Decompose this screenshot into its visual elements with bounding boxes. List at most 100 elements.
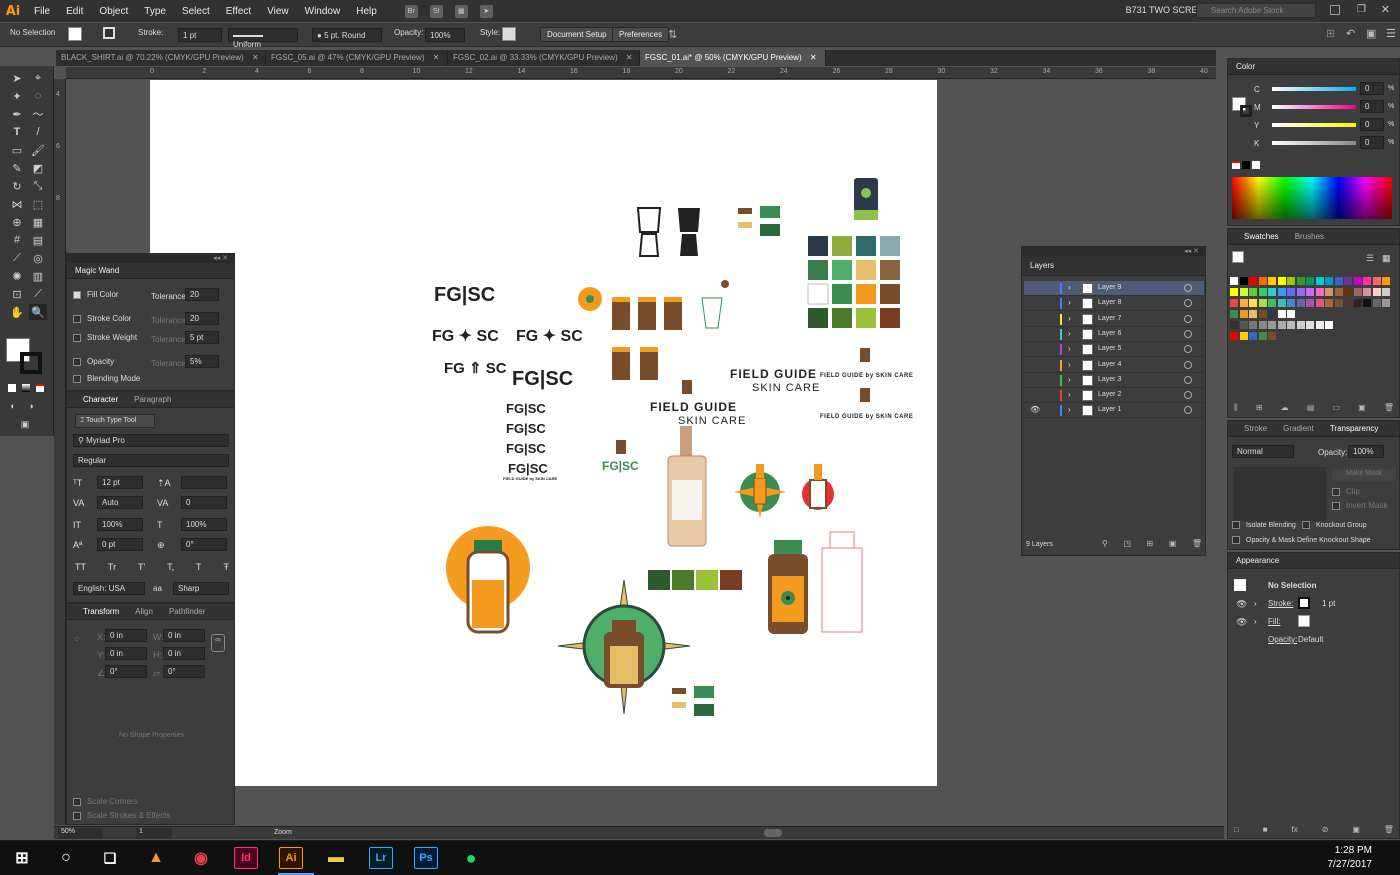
- clear-appearance-icon[interactable]: ⊘: [1322, 825, 1329, 834]
- layer-row[interactable]: › Layer 2: [1024, 388, 1204, 404]
- target-circle-icon[interactable]: [1184, 314, 1192, 323]
- grid-view-icon[interactable]: ▦: [1382, 253, 1391, 264]
- color-swatch[interactable]: [1239, 332, 1248, 340]
- color-swatch[interactable]: [1268, 310, 1276, 318]
- stroke-weight-field[interactable]: 1 pt: [178, 28, 222, 42]
- stroke-weight-option[interactable]: Stroke Weight: [73, 333, 137, 342]
- tab-close-icon[interactable]: ✕: [810, 53, 817, 62]
- color-swatch[interactable]: [1382, 299, 1390, 307]
- color-swatch[interactable]: [1325, 288, 1333, 296]
- blending-mode-option[interactable]: Blending Mode: [73, 374, 140, 383]
- color-swatch[interactable]: [1382, 277, 1390, 285]
- target-circle-icon[interactable]: [1184, 329, 1192, 338]
- color-swatch[interactable]: [1325, 277, 1333, 285]
- visibility-eye-icon[interactable]: 👁: [1030, 405, 1040, 414]
- color-swatch[interactable]: [1230, 277, 1238, 285]
- perspective-grid-icon[interactable]: ▦: [29, 214, 47, 230]
- vlc-icon[interactable]: ▲: [144, 847, 168, 869]
- constrain-proportions-icon[interactable]: ∞: [211, 634, 225, 652]
- tab-fgsc-02[interactable]: FGSC_02.ai @ 33.33% (CMYK/GPU Preview) ✕: [448, 50, 640, 66]
- scale-strokes-checkbox[interactable]: [73, 811, 81, 820]
- layer-row[interactable]: › Layer 5: [1024, 342, 1204, 358]
- expand-layer-icon[interactable]: ›: [1068, 298, 1071, 307]
- direct-selection-icon[interactable]: ⌖: [29, 70, 47, 86]
- vertical-scale-field[interactable]: 100%: [97, 518, 143, 531]
- color-swatch[interactable]: [1239, 310, 1248, 318]
- color-swatch[interactable]: [1239, 277, 1248, 285]
- brush-definition[interactable]: ● 5 pt. Round: [312, 28, 382, 42]
- cortana-icon[interactable]: ○: [54, 847, 78, 869]
- none-mode-icon[interactable]: [36, 384, 44, 392]
- add-new-fill-icon[interactable]: ■: [1263, 825, 1268, 834]
- color-swatch[interactable]: [1268, 321, 1276, 329]
- isolate-icon[interactable]: ↶: [1346, 27, 1355, 40]
- channel-value-field[interactable]: 0: [1360, 136, 1384, 149]
- mesh-icon[interactable]: #: [8, 232, 26, 248]
- list-view-icon[interactable]: ☰: [1366, 253, 1374, 264]
- color-swatch[interactable]: [1315, 288, 1324, 296]
- opacity-option[interactable]: Opacity: [73, 357, 114, 366]
- layer-name[interactable]: Layer 7: [1098, 315, 1121, 322]
- color-swatch[interactable]: [1249, 310, 1257, 318]
- width-tool-icon[interactable]: ⋈: [8, 196, 26, 212]
- target-circle-icon[interactable]: [1184, 406, 1192, 415]
- gradient-mode-icon[interactable]: [22, 384, 30, 392]
- knockout-group-checkbox[interactable]: [1302, 521, 1310, 529]
- make-clipping-mask-icon[interactable]: ◳: [1123, 539, 1131, 548]
- layers-collapse-icon[interactable]: ◂◂ ✕: [1022, 247, 1205, 256]
- preferences-button[interactable]: Preferences: [612, 27, 670, 42]
- color-swatch[interactable]: [1372, 288, 1381, 296]
- lasso-icon[interactable]: ◌: [29, 88, 47, 104]
- panel-collapse-icon[interactable]: ◂◂ ✕: [67, 254, 234, 263]
- menu-help[interactable]: Help: [348, 6, 385, 17]
- task-view-icon[interactable]: ❏: [98, 847, 122, 869]
- color-swatch[interactable]: [1353, 277, 1362, 285]
- color-swatch[interactable]: [1306, 277, 1314, 285]
- vertical-ruler[interactable]: 4 6 8: [54, 79, 66, 825]
- language-select[interactable]: English: USA: [73, 582, 145, 595]
- tab-paragraph[interactable]: Paragraph: [126, 395, 179, 404]
- color-swatch[interactable]: [1372, 299, 1381, 307]
- target-circle-icon[interactable]: [1184, 284, 1192, 292]
- free-transform-icon[interactable]: ⬚: [29, 196, 47, 212]
- black-color-swatch[interactable]: [1242, 161, 1250, 169]
- channel-value-field[interactable]: 0: [1360, 118, 1384, 131]
- rectangle-tool-icon[interactable]: ▭: [8, 142, 26, 158]
- tab-fgsc-01[interactable]: FGSC_01.ai* @ 50% (CMYK/GPU Preview) ✕: [640, 50, 826, 66]
- color-swatch[interactable]: [1258, 299, 1267, 307]
- delete-swatch-icon[interactable]: 🗑: [1384, 403, 1394, 413]
- expand-layer-icon[interactable]: ›: [1068, 390, 1071, 399]
- blending-mode-checkbox[interactable]: [73, 374, 81, 383]
- stroke-color-box[interactable]: [20, 352, 42, 374]
- baseline-shift-field[interactable]: 0 pt: [97, 538, 143, 551]
- swatch-cloud-icon[interactable]: ☁: [1281, 403, 1289, 413]
- channel-slider[interactable]: [1272, 87, 1356, 91]
- color-swatch[interactable]: [1287, 321, 1295, 329]
- appearance-fill-swatch[interactable]: [1298, 615, 1310, 627]
- expand-layer-icon[interactable]: ›: [1068, 344, 1071, 353]
- document-setup-button[interactable]: Document Setup: [540, 27, 614, 42]
- restore-icon[interactable]: ❐: [1357, 4, 1366, 15]
- color-swatch[interactable]: [1268, 277, 1276, 285]
- color-swatch[interactable]: [1277, 310, 1286, 318]
- swatch-show-kinds-icon[interactable]: ⊞: [1256, 403, 1263, 413]
- color-swatch[interactable]: [1344, 299, 1352, 307]
- stroke-visibility-icon[interactable]: 👁: [1236, 599, 1247, 610]
- color-swatch[interactable]: [1249, 332, 1257, 340]
- gradient-icon[interactable]: ▤: [29, 232, 47, 248]
- menu-view[interactable]: View: [259, 6, 297, 17]
- indesign-icon[interactable]: Id: [234, 847, 258, 869]
- tab-black-shirt[interactable]: BLACK_SHIRT.ai @ 70.22% (CMYK/GPU Previe…: [56, 50, 266, 66]
- fill-expand-icon[interactable]: ›: [1254, 617, 1257, 626]
- horizontal-scale-field[interactable]: 100%: [181, 518, 227, 531]
- pen-icon[interactable]: ✒: [8, 106, 26, 122]
- color-swatch[interactable]: [1249, 321, 1257, 329]
- make-mask-button[interactable]: Make Mask: [1332, 469, 1396, 481]
- color-swatch[interactable]: [1230, 299, 1238, 307]
- selection-tool-icon[interactable]: ➤: [8, 70, 26, 86]
- slice-tool-icon[interactable]: ⟋: [29, 286, 47, 302]
- tracking-field[interactable]: 0: [181, 496, 227, 509]
- draw-inside-icon[interactable]: ◑: [22, 398, 40, 414]
- color-swatch[interactable]: [1287, 277, 1295, 285]
- duplicate-item-icon[interactable]: ▣: [1352, 825, 1360, 834]
